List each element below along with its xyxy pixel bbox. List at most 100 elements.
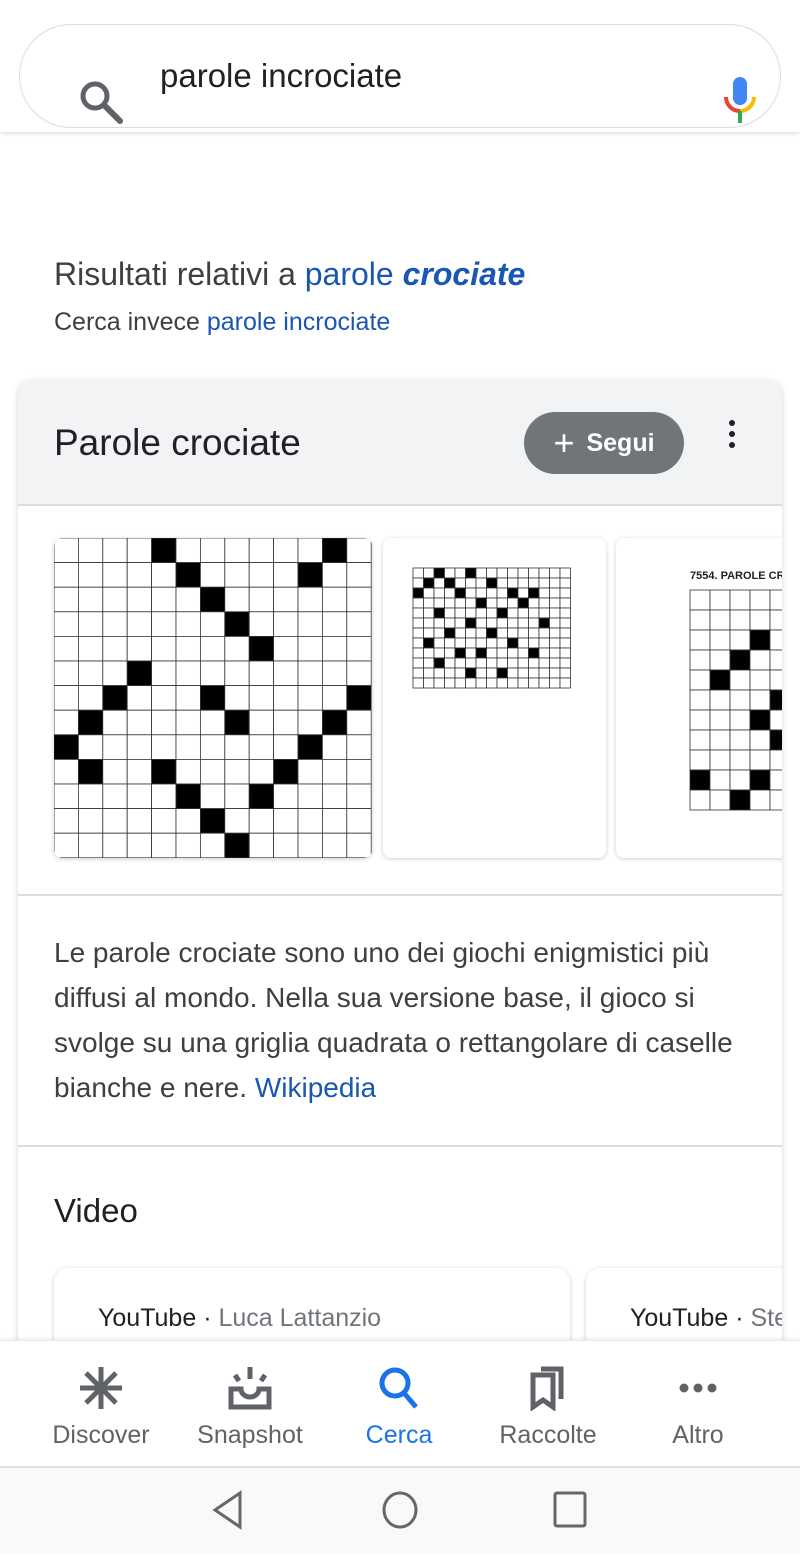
crossword-cell	[433, 677, 445, 689]
crossword-cell	[273, 709, 299, 736]
crossword-cell	[126, 808, 152, 834]
crossword-cell	[475, 647, 487, 659]
nav-altro[interactable]: Altro	[623, 1341, 773, 1467]
crossword-cell	[496, 597, 508, 609]
crossword-cell	[454, 667, 466, 679]
wikipedia-link[interactable]: Wikipedia	[255, 1072, 376, 1103]
crossword-cell	[297, 808, 323, 834]
nav-label: Discover	[52, 1421, 150, 1449]
crossword-cell	[507, 667, 519, 679]
crossword-cell	[199, 709, 226, 736]
crossword-cell	[559, 637, 571, 649]
crossword-cell	[749, 709, 771, 731]
correction-prefix: Risultati relativi a	[54, 256, 296, 292]
crossword-cell	[102, 734, 128, 760]
image-thumb-2[interactable]	[383, 538, 606, 858]
crossword-cell	[769, 689, 782, 711]
crossword-cell	[297, 832, 323, 858]
crossword-cell	[412, 627, 424, 639]
nav-cerca[interactable]: Cerca	[324, 1341, 474, 1467]
crossword-cell	[709, 669, 731, 691]
crossword-cell	[475, 617, 487, 629]
crossword-cell	[559, 617, 571, 629]
crossword-cell	[175, 832, 201, 858]
crossword-cell	[729, 749, 751, 771]
crossword-cell	[102, 562, 128, 588]
crossword-cell	[151, 709, 177, 736]
crossword-cell	[248, 832, 274, 858]
crossword-cell	[248, 611, 274, 637]
crossword-cell	[346, 562, 372, 588]
more-vert-icon[interactable]	[724, 420, 740, 454]
mic-icon[interactable]	[720, 75, 760, 127]
crossword-cell	[126, 611, 152, 637]
back-icon[interactable]	[210, 1490, 246, 1530]
crossword-cell	[102, 783, 128, 810]
crossword-cell	[454, 567, 466, 579]
crossword-cell	[423, 647, 435, 659]
nav-discover[interactable]: Discover	[26, 1341, 176, 1467]
original-query-link[interactable]: parole incrociate	[207, 308, 390, 336]
crossword-cell	[321, 783, 348, 810]
crossword-cell	[54, 685, 79, 711]
crossword-cell	[321, 586, 348, 613]
crossword-cell	[433, 567, 445, 579]
crossword-cell	[199, 758, 226, 785]
crossword-cell	[496, 587, 508, 599]
crossword-cell	[151, 783, 177, 810]
nav-snapshot[interactable]: Snapshot	[175, 1341, 325, 1467]
crossword-cell	[346, 758, 372, 785]
follow-button[interactable]: + Segui	[524, 412, 684, 474]
crossword-cell	[454, 597, 466, 609]
nav-raccolte[interactable]: Raccolte	[473, 1341, 623, 1467]
corrected-query-link[interactable]: parole crociate	[305, 256, 526, 292]
crossword-cell	[486, 617, 498, 629]
crossword-cell	[297, 734, 323, 760]
crossword-cell	[549, 627, 561, 639]
home-icon[interactable]	[380, 1490, 420, 1530]
crossword-cell	[175, 758, 201, 785]
crossword-cell	[729, 589, 751, 611]
crossword-cell	[517, 617, 529, 629]
crossword-cell	[517, 667, 529, 679]
crossword-cell	[475, 667, 487, 679]
crossword-cell	[528, 587, 540, 599]
search-bar[interactable]: parole incrociate	[19, 24, 781, 128]
recents-icon[interactable]	[552, 1490, 588, 1530]
crossword-cell	[321, 562, 348, 588]
video-author: Stef	[750, 1304, 782, 1332]
crossword-cell	[689, 649, 711, 671]
crossword-cell	[528, 607, 540, 619]
search-icon[interactable]	[78, 79, 124, 125]
crossword-cell	[346, 832, 372, 858]
crossword-cell	[77, 734, 104, 760]
image-carousel[interactable]: 7554. PAROLE CRO	[18, 506, 782, 896]
crossword-cell	[454, 617, 466, 629]
crossword-cell	[444, 617, 456, 629]
crossword-cell	[709, 769, 731, 791]
crossword-cell	[423, 577, 435, 589]
crossword-cell	[486, 637, 498, 649]
crossword-cell	[689, 629, 711, 651]
crossword-cell	[54, 562, 79, 588]
crossword-cell	[475, 637, 487, 649]
nav-label: Cerca	[365, 1421, 433, 1449]
search-input[interactable]: parole incrociate	[160, 57, 402, 95]
crossword-cell	[346, 611, 372, 637]
crossword-cell	[749, 789, 771, 811]
crossword-cell	[507, 607, 519, 619]
image-thumb-3[interactable]: 7554. PAROLE CRO	[616, 538, 782, 858]
crossword-cell	[465, 597, 477, 609]
crossword-cell	[248, 783, 274, 810]
crossword-cell	[444, 577, 456, 589]
crossword-cell	[273, 734, 299, 760]
crossword-cell	[475, 607, 487, 619]
crossword-cell	[321, 538, 348, 564]
image-thumb-1[interactable]	[54, 538, 372, 858]
crossword-cell	[507, 637, 519, 649]
crossword-cell	[175, 783, 201, 810]
crossword-cell	[528, 657, 540, 669]
crossword-cell	[454, 677, 466, 689]
crossword-cell	[199, 586, 226, 613]
crossword-cell	[77, 660, 104, 687]
